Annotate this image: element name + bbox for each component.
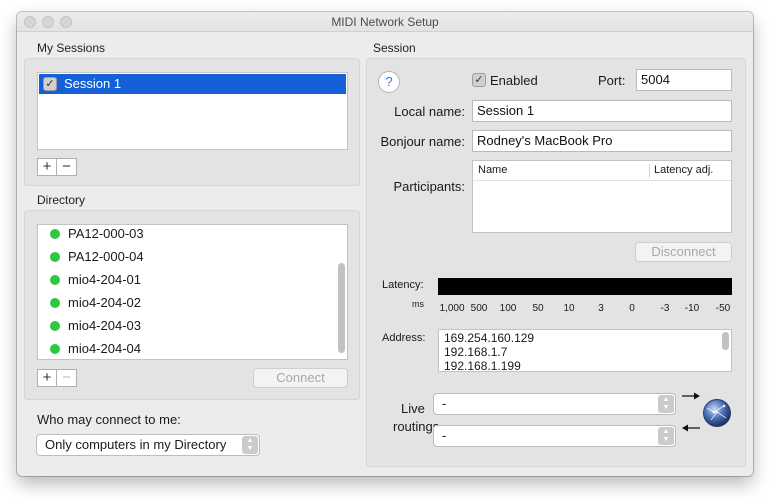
directory-group: PA12-000-03 PA12-000-04 mio4-204-01 mio4… bbox=[24, 210, 360, 400]
address-item[interactable]: 192.168.1.7 bbox=[444, 345, 507, 359]
latency-tick: 1,000 bbox=[439, 303, 465, 314]
latency-scale: 1,000 500 100 50 10 3 0 -3 -10 -50 bbox=[438, 303, 732, 315]
directory-item[interactable]: mio4-204-04 bbox=[50, 338, 141, 359]
help-button[interactable]: ? bbox=[378, 71, 400, 93]
directory-item[interactable]: PA12-000-03 bbox=[50, 225, 144, 245]
participants-label: Participants: bbox=[393, 179, 465, 194]
column-divider bbox=[649, 164, 650, 178]
enabled-checkbox[interactable]: ✓ bbox=[472, 73, 486, 87]
participants-header: Name Latency adj. bbox=[473, 161, 731, 181]
column-latency-adj[interactable]: Latency adj. bbox=[654, 161, 713, 180]
routing-out-value: - bbox=[442, 428, 447, 443]
remove-directory-button[interactable]: − bbox=[57, 369, 77, 387]
popup-arrows-icon: ▲ ▼ bbox=[658, 395, 674, 413]
latency-tick: -50 bbox=[715, 303, 731, 314]
title-bar: MIDI Network Setup bbox=[17, 12, 753, 32]
directory-item[interactable]: mio4-204-01 bbox=[50, 269, 141, 291]
arrow-left-icon bbox=[682, 424, 700, 432]
latency-label: Latency: bbox=[382, 279, 424, 291]
session-enabled-checkbox[interactable]: ✓ bbox=[43, 77, 57, 91]
address-label: Address: bbox=[382, 332, 426, 344]
directory-list[interactable]: PA12-000-03 PA12-000-04 mio4-204-01 mio4… bbox=[37, 224, 348, 360]
midi-network-setup-window: MIDI Network Setup My Sessions ✓ Session… bbox=[17, 12, 753, 476]
column-name[interactable]: Name bbox=[478, 161, 507, 180]
minimize-window-icon[interactable] bbox=[42, 16, 54, 28]
status-dot-icon bbox=[50, 252, 60, 262]
address-item[interactable]: 192.168.1.199 bbox=[444, 359, 521, 371]
status-dot-icon bbox=[50, 229, 60, 239]
port-label: Port: bbox=[598, 73, 626, 88]
popup-arrows-icon: ▲ ▼ bbox=[658, 427, 674, 445]
close-window-icon[interactable] bbox=[24, 16, 36, 28]
remove-session-button[interactable]: − bbox=[57, 158, 77, 176]
my-sessions-label: My Sessions bbox=[37, 41, 106, 55]
session-label: Session bbox=[373, 41, 416, 55]
who-may-connect-label: Who may connect to me: bbox=[37, 412, 181, 427]
add-session-button[interactable]: + bbox=[37, 158, 57, 176]
address-item[interactable]: 169.254.160.129 bbox=[444, 331, 534, 345]
latency-tick: -3 bbox=[660, 303, 670, 314]
local-name-field[interactable]: Session 1 bbox=[472, 100, 732, 122]
my-sessions-group: ✓ Session 1 + − bbox=[24, 58, 360, 186]
directory-label: Directory bbox=[37, 193, 86, 207]
latency-tick: 10 bbox=[563, 303, 575, 314]
connect-button[interactable]: Connect bbox=[253, 368, 348, 388]
add-directory-button[interactable]: + bbox=[37, 369, 57, 387]
status-dot-icon bbox=[50, 298, 60, 308]
session-name: Session 1 bbox=[64, 76, 122, 91]
disconnect-button[interactable]: Disconnect bbox=[635, 242, 732, 262]
local-name-label: Local name: bbox=[394, 104, 465, 119]
directory-item[interactable]: PA12-000-04 bbox=[50, 246, 144, 268]
status-dot-icon bbox=[50, 344, 60, 354]
directory-add-remove: + − bbox=[37, 369, 77, 387]
directory-item[interactable]: mio4-204-03 bbox=[50, 315, 141, 337]
window-title: MIDI Network Setup bbox=[331, 15, 439, 29]
latency-tick: 100 bbox=[499, 303, 517, 314]
latency-unit: ms bbox=[412, 299, 424, 309]
latency-meter bbox=[438, 278, 732, 295]
latency-tick: 3 bbox=[598, 303, 604, 314]
who-may-connect-value: Only computers in my Directory bbox=[45, 437, 227, 452]
directory-item[interactable]: mio4-204-02 bbox=[50, 292, 141, 314]
who-may-connect-popup[interactable]: Only computers in my Directory ▲ ▼ bbox=[36, 434, 260, 456]
address-scrollbar[interactable] bbox=[722, 332, 729, 350]
sessions-add-remove: + − bbox=[37, 158, 77, 176]
session-row[interactable]: ✓ Session 1 bbox=[39, 74, 346, 94]
popup-arrows-icon: ▲ ▼ bbox=[242, 436, 258, 454]
routing-out-popup[interactable]: - ▲ ▼ bbox=[433, 425, 676, 447]
arrow-right-icon bbox=[682, 392, 700, 400]
routing-in-value: - bbox=[442, 396, 447, 411]
latency-tick: 50 bbox=[532, 303, 544, 314]
status-dot-icon bbox=[50, 275, 60, 285]
bonjour-name-label: Bonjour name: bbox=[380, 134, 465, 149]
network-globe-icon bbox=[703, 399, 731, 427]
routing-in-popup[interactable]: - ▲ ▼ bbox=[433, 393, 676, 415]
latency-tick: 500 bbox=[470, 303, 488, 314]
status-dot-icon bbox=[50, 321, 60, 331]
sessions-list[interactable]: ✓ Session 1 bbox=[37, 72, 348, 150]
zoom-window-icon[interactable] bbox=[60, 16, 72, 28]
enabled-label: Enabled bbox=[490, 73, 538, 88]
bonjour-name-field[interactable]: Rodney's MacBook Pro bbox=[472, 130, 732, 152]
live-label: Live bbox=[401, 401, 425, 416]
latency-tick: -10 bbox=[684, 303, 700, 314]
port-field[interactable]: 5004 bbox=[636, 69, 732, 91]
latency-tick: 0 bbox=[629, 303, 635, 314]
session-group: ? ✓ Enabled Port: 5004 Local name: Sessi… bbox=[366, 58, 746, 467]
directory-scrollbar[interactable] bbox=[338, 263, 345, 353]
address-list[interactable]: 169.254.160.129 192.168.1.7 192.168.1.19… bbox=[438, 329, 732, 372]
participants-table[interactable]: Name Latency adj. bbox=[472, 160, 732, 233]
